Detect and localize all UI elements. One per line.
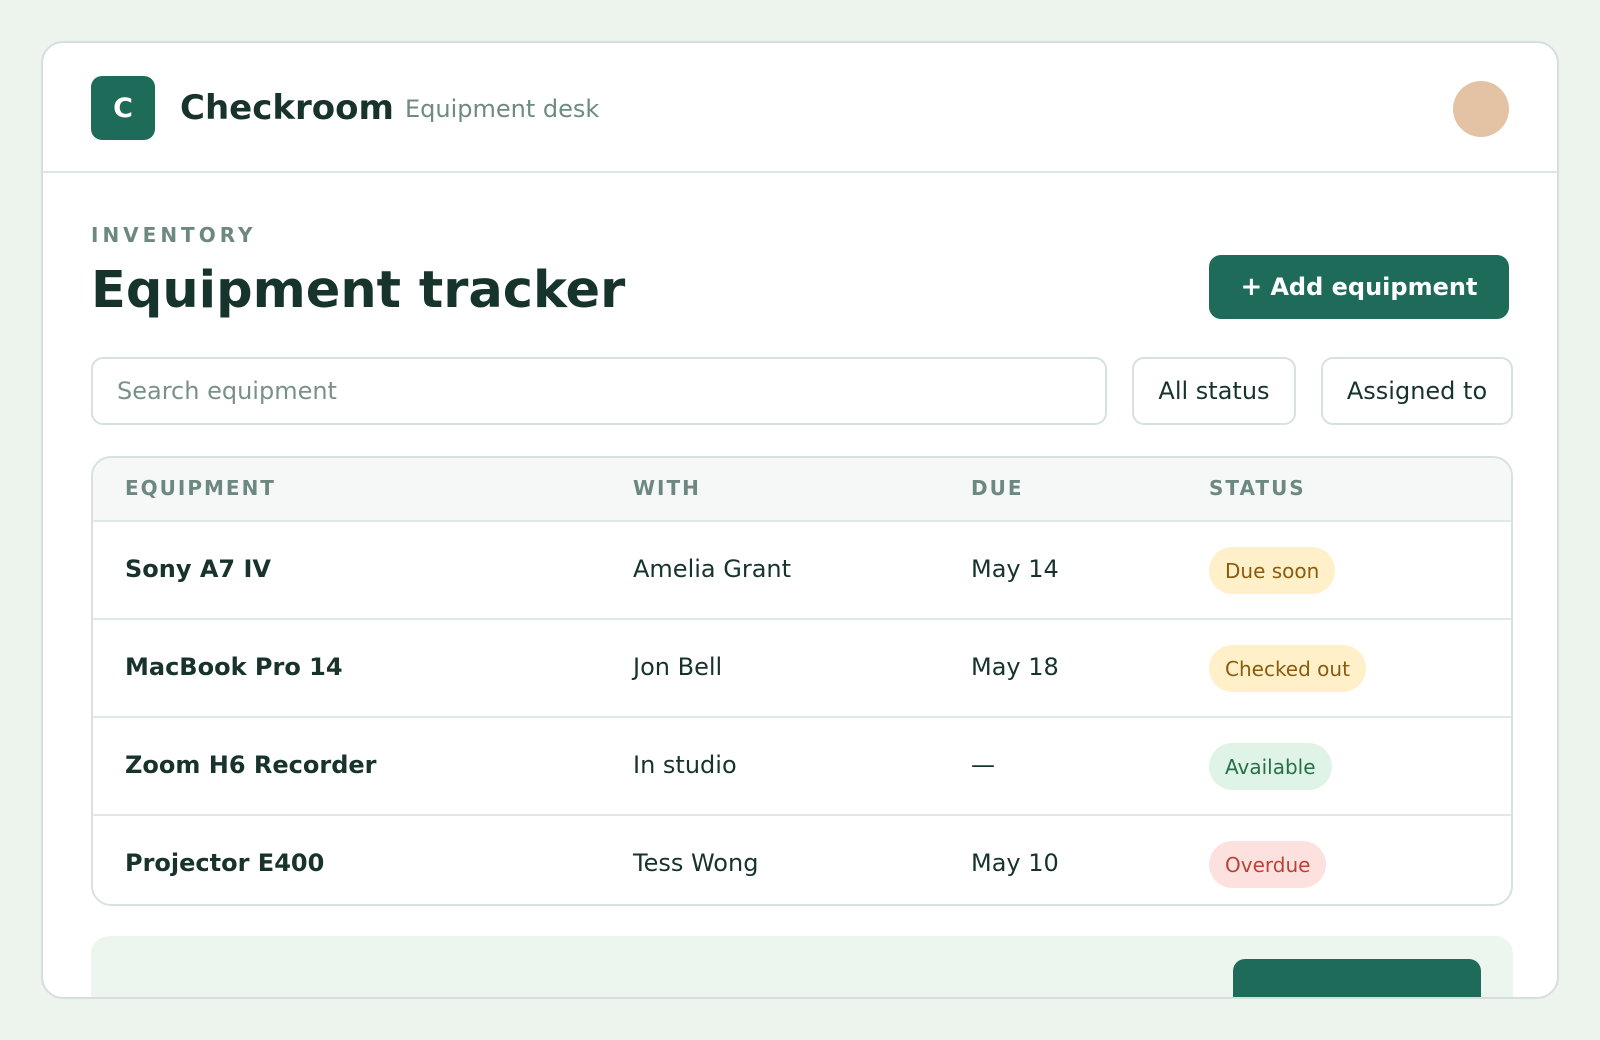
equipment-table: EQUIPMENT WITH DUE STATUS Sony A7 IV Ame… [91, 456, 1513, 906]
app-subtitle: Equipment desk [405, 95, 600, 123]
user-avatar[interactable] [1453, 81, 1509, 137]
due-date: May 10 [971, 849, 1059, 877]
app-name: Checkroom [180, 88, 394, 128]
table-row[interactable]: Sony A7 IV Amelia Grant May 14 Due soon [93, 522, 1511, 620]
due-date: — [971, 751, 995, 779]
footer-action-button[interactable] [1233, 959, 1481, 997]
equipment-name: Sony A7 IV [125, 555, 271, 583]
table-row[interactable]: Projector E400 Tess Wong May 10 Overdue [93, 816, 1511, 904]
table-header: EQUIPMENT WITH DUE STATUS [93, 458, 1511, 522]
top-bar: C Checkroom Equipment desk [43, 43, 1557, 173]
assigned-person: Jon Bell [633, 653, 723, 681]
status-badge: Checked out [1209, 645, 1366, 692]
app-logo: C [91, 76, 155, 140]
search-field[interactable] [91, 357, 1107, 425]
due-date: May 14 [971, 555, 1059, 583]
column-due: DUE [971, 476, 1024, 500]
column-status: STATUS [1209, 476, 1306, 500]
assigned-person: Amelia Grant [633, 555, 792, 583]
section-eyebrow: INVENTORY [91, 223, 257, 247]
equipment-name: Projector E400 [125, 849, 325, 877]
status-badge: Overdue [1209, 841, 1327, 888]
status-badge: Due soon [1209, 547, 1336, 594]
due-date: May 18 [971, 653, 1059, 681]
assigned-filter-button[interactable]: Assigned to [1321, 357, 1513, 425]
column-with: WITH [633, 476, 701, 500]
table-row[interactable]: Zoom H6 Recorder In studio — Available [93, 718, 1511, 816]
add-equipment-label: Add equipment [1270, 273, 1478, 301]
assigned-person: In studio [633, 751, 737, 779]
footer-panel [91, 936, 1513, 997]
equipment-name: MacBook Pro 14 [125, 653, 343, 681]
page-title: Equipment tracker [91, 261, 626, 320]
app-window: C Checkroom Equipment desk INVENTORY Equ… [41, 41, 1559, 999]
column-equipment: EQUIPMENT [125, 476, 276, 500]
equipment-name: Zoom H6 Recorder [125, 751, 377, 779]
assigned-person: Tess Wong [633, 849, 759, 877]
search-input[interactable] [93, 359, 1105, 423]
table-row[interactable]: MacBook Pro 14 Jon Bell May 18 Checked o… [93, 620, 1511, 718]
logo-letter-icon: C [113, 92, 133, 124]
status-badge: Available [1209, 743, 1332, 790]
status-filter-button[interactable]: All status [1132, 357, 1296, 425]
plus-icon: + [1240, 272, 1263, 302]
status-filter-label: All status [1158, 377, 1270, 405]
add-equipment-button[interactable]: + Add equipment [1209, 255, 1509, 319]
assigned-filter-label: Assigned to [1346, 377, 1488, 405]
